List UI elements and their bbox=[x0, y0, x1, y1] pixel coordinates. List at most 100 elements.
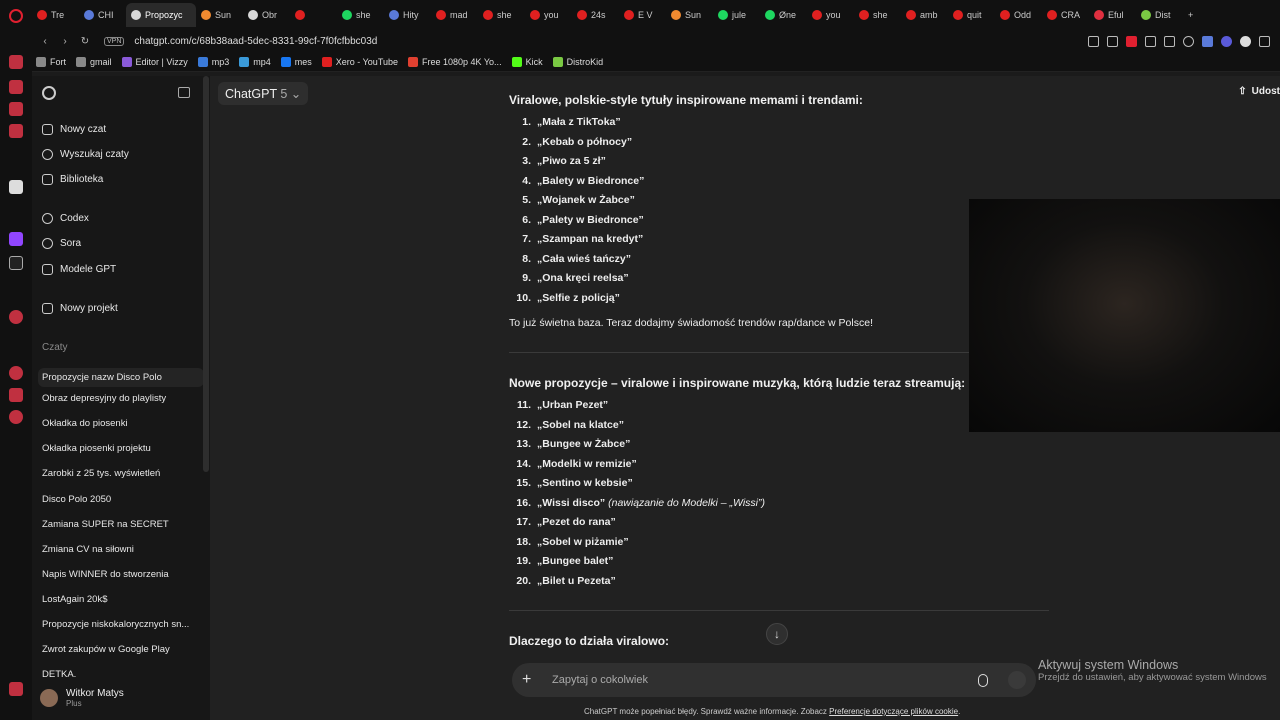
bookmark-item[interactable]: Kick bbox=[511, 56, 543, 67]
player-icon[interactable] bbox=[9, 310, 23, 324]
chat-history-item[interactable]: Zamiana SUPER na SECRET bbox=[42, 519, 200, 530]
browser-tab[interactable]: jule bbox=[713, 3, 760, 27]
extensions-icon[interactable] bbox=[9, 388, 23, 402]
browser-tab[interactable]: mad bbox=[431, 3, 478, 27]
share-button[interactable]: ⇧ Udost bbox=[1238, 86, 1280, 97]
reload-icon[interactable]: ↻ bbox=[78, 36, 92, 47]
chat-history-item[interactable]: LostAgain 20k$ bbox=[42, 594, 200, 605]
sidebar-app-icon[interactable] bbox=[9, 180, 23, 194]
openai-logo-icon[interactable] bbox=[42, 86, 56, 100]
browser-tab[interactable]: CHI bbox=[79, 3, 126, 27]
browser-tab[interactable]: CRA bbox=[1042, 3, 1089, 27]
microphone-icon[interactable] bbox=[978, 673, 988, 687]
shop-icon[interactable] bbox=[9, 80, 23, 94]
download-icon[interactable] bbox=[1164, 35, 1175, 47]
list-item: 6. „Palety w Biedronce” bbox=[522, 213, 644, 226]
wallet-icon[interactable] bbox=[1126, 35, 1137, 47]
bookmark-item[interactable]: mes bbox=[280, 56, 312, 67]
chat-history-item[interactable]: Zarobki z 25 tys. wyświetleń bbox=[42, 468, 200, 479]
tab-favicon-icon bbox=[530, 10, 540, 20]
cookie-preferences-link[interactable]: Preferencje dotyczące plików cookie bbox=[829, 707, 958, 716]
forward-icon[interactable]: › bbox=[58, 36, 72, 47]
chat-history-item[interactable]: Zwrot zakupów w Google Play bbox=[42, 644, 200, 655]
music-icon[interactable] bbox=[1202, 35, 1213, 47]
bookmark-item[interactable]: mp4 bbox=[239, 56, 271, 67]
codex-button[interactable]: Codex bbox=[42, 213, 89, 224]
library-button[interactable]: Biblioteka bbox=[42, 174, 103, 185]
add-attachment-icon[interactable]: + bbox=[522, 671, 538, 689]
browser-tab[interactable]: Øne bbox=[760, 3, 807, 27]
bookmark-item[interactable]: mp3 bbox=[197, 56, 229, 67]
gmail-icon[interactable] bbox=[9, 124, 23, 138]
play-icon[interactable] bbox=[1145, 35, 1156, 47]
bookmark-item[interactable]: Free 1080p 4K Yo... bbox=[408, 56, 502, 67]
browser-tab[interactable]: E V bbox=[619, 3, 666, 27]
history-icon[interactable] bbox=[9, 366, 23, 380]
browser-tab[interactable]: Propozyc bbox=[126, 3, 196, 27]
browser-tab[interactable]: Eful bbox=[1089, 3, 1136, 27]
url-field[interactable]: chatgpt.com/c/68b38aad-5dec-8331-99cf-7f… bbox=[134, 36, 377, 47]
chat-history-item[interactable]: Obraz depresyjny do playlisty bbox=[42, 393, 200, 404]
chat-history-item[interactable]: Propozycje nazw Disco Polo bbox=[38, 368, 204, 387]
bookmark-item[interactable]: Xero - YouTube bbox=[321, 56, 398, 67]
browser-tab[interactable]: Sun bbox=[196, 3, 243, 27]
browser-tab[interactable]: amb bbox=[901, 3, 948, 27]
browser-tab[interactable]: she bbox=[478, 3, 525, 27]
bookmark-item[interactable]: Fort bbox=[36, 56, 66, 67]
sidebar-scrollbar[interactable] bbox=[203, 76, 209, 472]
vpn-badge[interactable]: VPN bbox=[104, 36, 125, 46]
browser-tab[interactable]: she bbox=[854, 3, 901, 27]
opera-logo-icon[interactable] bbox=[9, 9, 23, 23]
browser-tab[interactable] bbox=[290, 3, 337, 27]
voice-mode-icon[interactable] bbox=[1008, 671, 1026, 689]
scroll-down-button[interactable]: ↓ bbox=[766, 623, 788, 645]
new-tab-button[interactable]: + bbox=[1183, 3, 1203, 27]
bookmark-item[interactable]: Editor | Vizzy bbox=[121, 56, 188, 67]
browser-tab[interactable]: Obr bbox=[243, 3, 290, 27]
easy-setup-icon[interactable] bbox=[1221, 35, 1232, 47]
heart-icon[interactable] bbox=[1183, 35, 1194, 47]
prompt-input[interactable] bbox=[552, 674, 972, 686]
chat-history-item[interactable]: Okładka piosenki projektu bbox=[42, 443, 200, 454]
browser-tab[interactable]: Tre bbox=[32, 3, 79, 27]
browser-tab[interactable]: Dist bbox=[1136, 3, 1183, 27]
tab-label: mad bbox=[450, 10, 468, 20]
chat-history-item[interactable]: Napis WINNER do stworzenia bbox=[42, 569, 200, 580]
collapse-sidebar-icon[interactable] bbox=[178, 87, 190, 98]
browser-tab[interactable]: quit bbox=[948, 3, 995, 27]
model-selector[interactable]: ChatGPT 5 ⌄ bbox=[218, 82, 309, 105]
browser-tab[interactable]: 24s bbox=[572, 3, 619, 27]
sora-button[interactable]: Sora bbox=[42, 238, 81, 249]
new-project-button[interactable]: Nowy projekt bbox=[42, 303, 118, 314]
tab-favicon-icon bbox=[765, 10, 775, 20]
gpt-models-button[interactable]: Modele GPT bbox=[42, 264, 116, 275]
messenger-icon[interactable] bbox=[9, 102, 23, 116]
profile-icon[interactable] bbox=[1240, 35, 1251, 47]
gx-icon[interactable] bbox=[9, 682, 23, 696]
chat-history-item[interactable]: Propozycje niskokalorycznych sn... bbox=[42, 619, 200, 630]
browser-tab[interactable]: you bbox=[807, 3, 854, 27]
chat-history-item[interactable]: Zmiana CV na siłowni bbox=[42, 544, 200, 555]
x-icon[interactable] bbox=[9, 256, 23, 270]
browser-tab[interactable]: she bbox=[337, 3, 384, 27]
chat-history-item[interactable]: DETKA. bbox=[42, 669, 200, 680]
twitch-icon[interactable] bbox=[9, 232, 23, 246]
new-chat-button[interactable]: Nowy czat bbox=[42, 124, 106, 135]
back-icon[interactable]: ‹ bbox=[38, 36, 52, 47]
bookmark-item[interactable]: gmail bbox=[76, 56, 112, 67]
search-chats-button[interactable]: Wyszukaj czaty bbox=[42, 149, 129, 160]
browser-tab[interactable]: Sun bbox=[666, 3, 713, 27]
chat-history-item[interactable]: Okładka do piosenki bbox=[42, 418, 200, 429]
pin-icon[interactable] bbox=[1088, 35, 1099, 47]
user-profile[interactable]: Witkor Matys Plus bbox=[40, 688, 124, 708]
browser-tab[interactable]: Odd bbox=[995, 3, 1042, 27]
avatar bbox=[40, 689, 58, 707]
settings-icon[interactable] bbox=[9, 410, 23, 424]
chat-history-item[interactable]: Disco Polo 2050 bbox=[42, 494, 200, 505]
browser-tab[interactable]: you bbox=[525, 3, 572, 27]
aria-icon[interactable] bbox=[9, 55, 23, 69]
snapshot-icon[interactable] bbox=[1107, 35, 1118, 47]
bookmark-item[interactable]: DistroKid bbox=[552, 56, 603, 67]
browser-tab[interactable]: Hity bbox=[384, 3, 431, 27]
menu-icon[interactable] bbox=[1259, 35, 1270, 47]
